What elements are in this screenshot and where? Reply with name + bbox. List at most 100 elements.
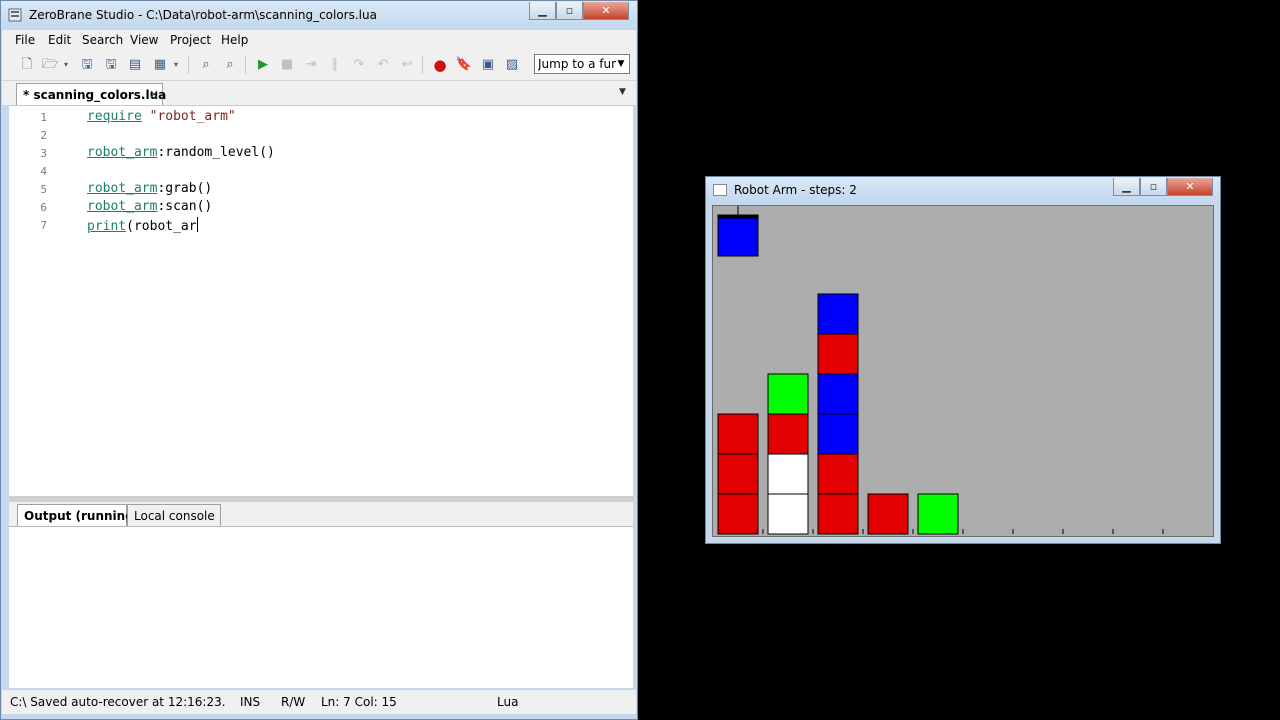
code-token: robot_arm bbox=[87, 199, 158, 214]
robot-close-button[interactable]: ✕ bbox=[1167, 178, 1213, 196]
line-number: 1 bbox=[40, 111, 47, 124]
code-line[interactable]: 5 robot_arm:grab() bbox=[9, 181, 633, 199]
code-text: robot_arm:grab() bbox=[87, 181, 212, 196]
code-editor[interactable]: 1 require "robot_arm" 2 3 robot_arm:random_l… bbox=[9, 105, 633, 497]
line-number: 4 bbox=[40, 165, 47, 178]
jump-to-function-combo[interactable]: Jump to a func ▼ bbox=[534, 54, 630, 74]
maximize-button[interactable]: ▫ bbox=[556, 2, 583, 20]
preview-icon[interactable]: ▣ bbox=[480, 57, 496, 73]
step-out-icon[interactable]: ↶ bbox=[375, 57, 391, 73]
menu-edit[interactable]: Edit bbox=[48, 33, 71, 47]
tab-output-label: Output (running) bbox=[24, 509, 140, 523]
replace-icon[interactable]: ⌕ bbox=[222, 57, 238, 73]
code-token: robot_arm bbox=[87, 145, 158, 160]
close-icon: ✕ bbox=[1185, 180, 1195, 193]
code-line[interactable]: 1 require "robot_arm" bbox=[9, 109, 633, 127]
tab-local-console[interactable]: Local console bbox=[127, 504, 221, 526]
robot-board-canvas bbox=[717, 206, 1164, 535]
menu-bar: File Edit Search View Project Help bbox=[2, 30, 636, 51]
block-blue bbox=[817, 413, 859, 455]
break-icon[interactable]: ↩ bbox=[399, 57, 415, 73]
tab-scanning-colors[interactable]: * scanning_colors.lua × bbox=[16, 83, 166, 105]
line-number: 5 bbox=[40, 183, 47, 196]
robot-board bbox=[712, 205, 1214, 537]
toolbar: 🗋 🗁 ▾ 🖫 🖫 ▤ ▦ ▾ ⌕ ⌕ ▶ ■ ⇥ ∥ ↷ ↶ ↩ ● 🔖 ▣ … bbox=[2, 51, 636, 81]
code-line[interactable]: 7 print(robot_ar bbox=[9, 217, 633, 235]
run-icon[interactable]: ▶ bbox=[255, 57, 271, 73]
tab-output[interactable]: Output (running) bbox=[17, 504, 139, 526]
code-line[interactable]: 4 bbox=[9, 163, 633, 181]
status-mode: INS bbox=[240, 695, 261, 709]
code-line[interactable]: 2 bbox=[9, 127, 633, 145]
menu-file[interactable]: File bbox=[15, 33, 35, 47]
open-dropdown-icon[interactable]: ▾ bbox=[58, 57, 74, 73]
maximize-icon: ▫ bbox=[1149, 180, 1158, 193]
block-red bbox=[867, 493, 909, 535]
block-blue bbox=[817, 373, 859, 415]
project-dir-icon[interactable]: ▤ bbox=[127, 57, 143, 73]
code-token: robot_arm bbox=[87, 181, 158, 196]
menu-search[interactable]: Search bbox=[82, 33, 123, 47]
find-icon[interactable]: ⌕ bbox=[198, 57, 214, 73]
tab-list-dropdown-icon[interactable]: ▼ bbox=[619, 87, 626, 97]
tab-close-icon[interactable]: × bbox=[149, 87, 159, 101]
output-panel[interactable] bbox=[9, 526, 633, 688]
robot-maximize-button[interactable]: ▫ bbox=[1140, 178, 1167, 196]
step-over-icon[interactable]: ↷ bbox=[351, 57, 367, 73]
code-text: robot_arm:random_level() bbox=[87, 145, 275, 160]
robot-arm-title-bar[interactable]: Robot Arm - steps: 2 ▁ ▫ ✕ bbox=[706, 177, 1220, 204]
window-icon bbox=[713, 184, 727, 196]
code-text: require "robot_arm" bbox=[87, 109, 236, 124]
line-number: 6 bbox=[40, 201, 47, 214]
block-red bbox=[817, 333, 859, 375]
save-all-icon[interactable]: 🖫 bbox=[103, 57, 119, 73]
step-into-icon[interactable]: ⇥ bbox=[303, 57, 319, 73]
pause-icon[interactable]: ∥ bbox=[327, 57, 343, 73]
bookmark-icon[interactable]: 🔖 bbox=[456, 57, 472, 73]
robot-minimize-button[interactable]: ▁ bbox=[1113, 178, 1140, 196]
line-number: 7 bbox=[40, 219, 47, 232]
app-icon bbox=[8, 8, 22, 22]
stop-icon[interactable]: ■ bbox=[279, 57, 295, 73]
minimize-button[interactable]: ▁ bbox=[529, 2, 556, 20]
chevron-down-icon[interactable]: ▼ bbox=[614, 56, 628, 72]
minimize-icon: ▁ bbox=[538, 4, 547, 17]
block-red bbox=[717, 453, 759, 495]
code-line[interactable]: 6 robot_arm:scan() bbox=[9, 199, 633, 217]
block-white bbox=[767, 493, 809, 535]
window-controls: ▁ ▫ ✕ bbox=[529, 2, 629, 21]
text-caret bbox=[196, 217, 198, 232]
ide-window: ZeroBrane Studio - C:\Data\robot-arm\sca… bbox=[0, 0, 638, 720]
toolbar-separator bbox=[188, 56, 189, 74]
open-file-icon[interactable]: 🗁 bbox=[42, 57, 58, 73]
block-green bbox=[917, 493, 959, 535]
code-token: :scan() bbox=[157, 199, 213, 214]
code-line[interactable]: 3 robot_arm:random_level() bbox=[9, 145, 633, 163]
toggle-breakpoint-icon[interactable]: ● bbox=[432, 57, 448, 73]
ide-title-bar[interactable]: ZeroBrane Studio - C:\Data\robot-arm\sca… bbox=[1, 1, 637, 30]
status-message: C:\ Saved auto-recover at 12:16:23. bbox=[10, 695, 226, 709]
code-text: print(robot_ar bbox=[87, 217, 198, 234]
status-access: R/W bbox=[281, 695, 306, 709]
new-file-icon[interactable]: 🗋 bbox=[19, 57, 35, 73]
menu-help[interactable]: Help bbox=[221, 33, 248, 47]
toolbar-separator bbox=[422, 56, 423, 74]
code-token: require bbox=[87, 109, 142, 124]
console-icon[interactable]: ▨ bbox=[504, 57, 520, 73]
find-in-files-icon[interactable]: ▦ bbox=[152, 57, 168, 73]
code-token: "robot_arm" bbox=[149, 109, 236, 124]
dropdown-icon[interactable]: ▾ bbox=[168, 57, 184, 73]
menu-view[interactable]: View bbox=[130, 33, 158, 47]
close-button[interactable]: ✕ bbox=[583, 2, 629, 20]
output-tab-bar: Output (running) Local console bbox=[9, 502, 633, 526]
save-icon[interactable]: 🖫 bbox=[79, 57, 95, 73]
block-green bbox=[767, 373, 809, 415]
block-blue bbox=[817, 293, 859, 335]
menu-project[interactable]: Project bbox=[170, 33, 211, 47]
close-icon: ✕ bbox=[601, 4, 611, 17]
line-number: 3 bbox=[40, 147, 47, 160]
block-red bbox=[717, 413, 759, 455]
status-bar: C:\ Saved auto-recover at 12:16:23. INS … bbox=[2, 690, 636, 714]
robot-window-controls: ▁ ▫ ✕ bbox=[1113, 178, 1213, 197]
